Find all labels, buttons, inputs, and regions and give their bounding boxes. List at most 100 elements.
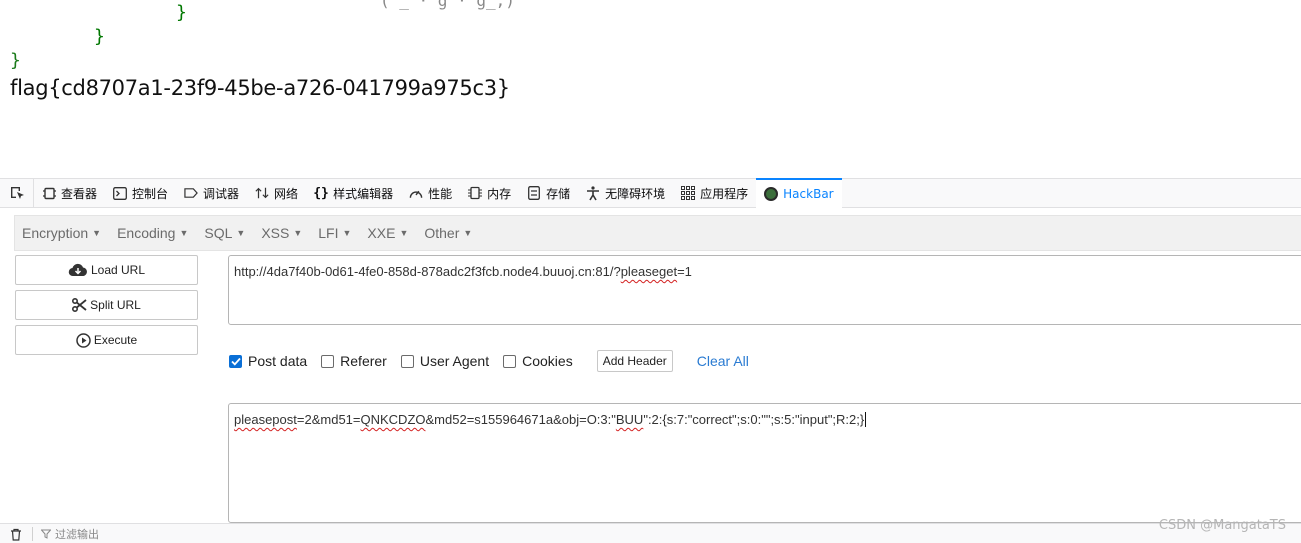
caret-down-icon: ▼ xyxy=(342,228,352,238)
network-icon xyxy=(255,186,269,200)
console-filter[interactable]: 过滤输出 xyxy=(41,526,99,542)
tab-style-editor[interactable]: {} 样式编辑器 xyxy=(306,179,401,208)
clear-all-link[interactable]: Clear All xyxy=(697,353,749,369)
page-output: ("_ · g · g_,) } } } flag{cd8707a1-23f9-… xyxy=(0,0,1301,178)
tab-network[interactable]: 网络 xyxy=(247,179,306,208)
caret-down-icon: ▼ xyxy=(399,228,409,238)
user-agent-label: User Agent xyxy=(419,353,490,369)
debugger-icon xyxy=(184,186,198,200)
post-text: =2&md51= xyxy=(296,412,361,427)
text-cursor: ​ xyxy=(865,412,867,427)
menu-sql[interactable]: SQL ▼ xyxy=(197,225,252,241)
button-label: Load URL xyxy=(90,263,146,277)
menu-label: Other xyxy=(424,225,460,241)
referer-checkbox[interactable] xyxy=(321,354,335,368)
tab-label: 应用程序 xyxy=(700,186,749,201)
tab-storage[interactable]: 存储 xyxy=(519,179,578,208)
caret-down-icon: ▼ xyxy=(179,228,189,238)
button-label: Split URL xyxy=(90,298,141,312)
user-agent-option[interactable]: User Agent xyxy=(400,353,490,369)
checkmark-icon xyxy=(230,357,241,366)
play-circle-icon xyxy=(76,332,91,348)
execute-button[interactable]: Execute xyxy=(15,325,198,355)
tab-console[interactable]: 控制台 xyxy=(105,179,176,208)
console-icon xyxy=(113,186,127,200)
hackbar-panel: Encryption ▼ Encoding ▼ SQL ▼ XSS ▼ LFI ▼ XXE… xyxy=(0,208,1301,523)
referer-option[interactable]: Referer xyxy=(321,353,387,369)
request-options: Post data Referer User Agent Cookies Add… xyxy=(229,350,749,372)
cookies-label: Cookies xyxy=(522,353,573,369)
tab-hackbar[interactable]: HackBar xyxy=(756,178,842,208)
code-closing-brace: } xyxy=(10,50,21,71)
tab-label: 网络 xyxy=(274,186,299,201)
load-url-button[interactable]: Load URL xyxy=(15,255,198,285)
url-text: http://4da7f40b-0d61-4fe0-858d-878adc2f3… xyxy=(234,264,621,279)
tab-memory[interactable]: 内存 xyxy=(460,179,519,208)
menu-xxe[interactable]: XXE ▼ xyxy=(360,225,415,241)
devtools-toolbar: 查看器 控制台 调试器 网络 {} 样式编辑器 性能 内存 存储 无障碍环境 应… xyxy=(0,178,1301,208)
referer-label: Referer xyxy=(340,353,387,369)
post-text-misspelled: BUU xyxy=(615,412,644,427)
tab-application[interactable]: 应用程序 xyxy=(673,179,756,208)
tab-label: 存储 xyxy=(546,186,571,201)
menu-label: Encryption xyxy=(22,225,89,241)
menu-label: Encoding xyxy=(117,225,176,241)
watermark: CSDN @MangataTS xyxy=(1158,518,1286,533)
tab-label: 控制台 xyxy=(132,186,169,201)
user-agent-checkbox[interactable] xyxy=(400,354,414,368)
tab-label: 内存 xyxy=(487,186,512,201)
menu-label: LFI xyxy=(318,225,339,241)
tab-label: 无障碍环境 xyxy=(605,186,666,201)
tab-label: 查看器 xyxy=(61,186,98,201)
console-bar: 过滤输出 xyxy=(0,523,1301,543)
menu-encryption[interactable]: Encryption ▼ xyxy=(15,225,108,241)
post-data-checkbox[interactable] xyxy=(229,354,242,368)
post-text-misspelled: QNKCDZO xyxy=(360,412,426,427)
hackbar-menu: Encryption ▼ Encoding ▼ SQL ▼ XSS ▼ LFI ▼ XXE… xyxy=(14,215,1301,251)
tab-inspector[interactable]: 查看器 xyxy=(34,179,105,208)
divider xyxy=(32,526,33,541)
filter-placeholder: 过滤输出 xyxy=(55,528,99,541)
split-url-button[interactable]: Split URL xyxy=(15,290,198,320)
element-picker-button[interactable] xyxy=(0,178,34,208)
add-header-button[interactable]: Add Header xyxy=(596,350,673,372)
storage-icon xyxy=(527,186,541,200)
post-data-textarea[interactable]: pleasepost=2&md51=QNKCDZO&md52=s15596467… xyxy=(228,403,1301,523)
cookies-option[interactable]: Cookies xyxy=(503,353,573,369)
post-text: ":2:{s:7:"correct";s:0:"";s:5:"input";R:… xyxy=(643,412,865,427)
post-data-label: Post data xyxy=(248,353,308,369)
tab-accessibility[interactable]: 无障碍环境 xyxy=(578,179,673,208)
tab-label: 调试器 xyxy=(203,186,240,201)
menu-xss[interactable]: XSS ▼ xyxy=(254,225,309,241)
tab-label: 样式编辑器 xyxy=(333,186,394,201)
tab-performance[interactable]: 性能 xyxy=(401,179,460,208)
caret-down-icon: ▼ xyxy=(92,228,102,238)
menu-label: XSS xyxy=(261,225,290,241)
element-picker-icon xyxy=(10,187,24,199)
menu-other[interactable]: Other ▼ xyxy=(417,225,479,241)
url-textarea[interactable]: http://4da7f40b-0d61-4fe0-858d-878adc2f3… xyxy=(228,255,1301,325)
code-closing-brace: } xyxy=(176,2,187,23)
url-text-misspelled: pleaseget xyxy=(620,264,678,279)
menu-lfi[interactable]: LFI ▼ xyxy=(311,225,358,241)
accessibility-icon xyxy=(586,185,600,200)
application-icon xyxy=(681,186,696,200)
menu-label: SQL xyxy=(204,225,233,241)
url-text: =1 xyxy=(677,264,692,279)
flag-output: flag{cd8707a1-23f9-45be-a726-041799a975c… xyxy=(10,76,510,100)
tab-label: HackBar xyxy=(783,187,834,201)
hackbar-icon xyxy=(764,187,779,201)
cloud-download-icon xyxy=(68,263,87,277)
post-data-option[interactable]: Post data xyxy=(229,353,307,369)
trash-icon[interactable] xyxy=(10,528,22,541)
cut-off-code-line: ("_ · g · g_,) xyxy=(380,0,515,10)
scissors-icon xyxy=(72,298,87,312)
menu-encoding[interactable]: Encoding ▼ xyxy=(110,225,195,241)
inspector-icon xyxy=(42,186,56,200)
code-closing-brace: } xyxy=(94,26,105,47)
caret-down-icon: ▼ xyxy=(293,228,303,238)
cookies-checkbox[interactable] xyxy=(503,354,517,368)
tab-label: 性能 xyxy=(428,186,453,201)
tab-debugger[interactable]: 调试器 xyxy=(176,179,247,208)
caret-down-icon: ▼ xyxy=(463,228,473,238)
